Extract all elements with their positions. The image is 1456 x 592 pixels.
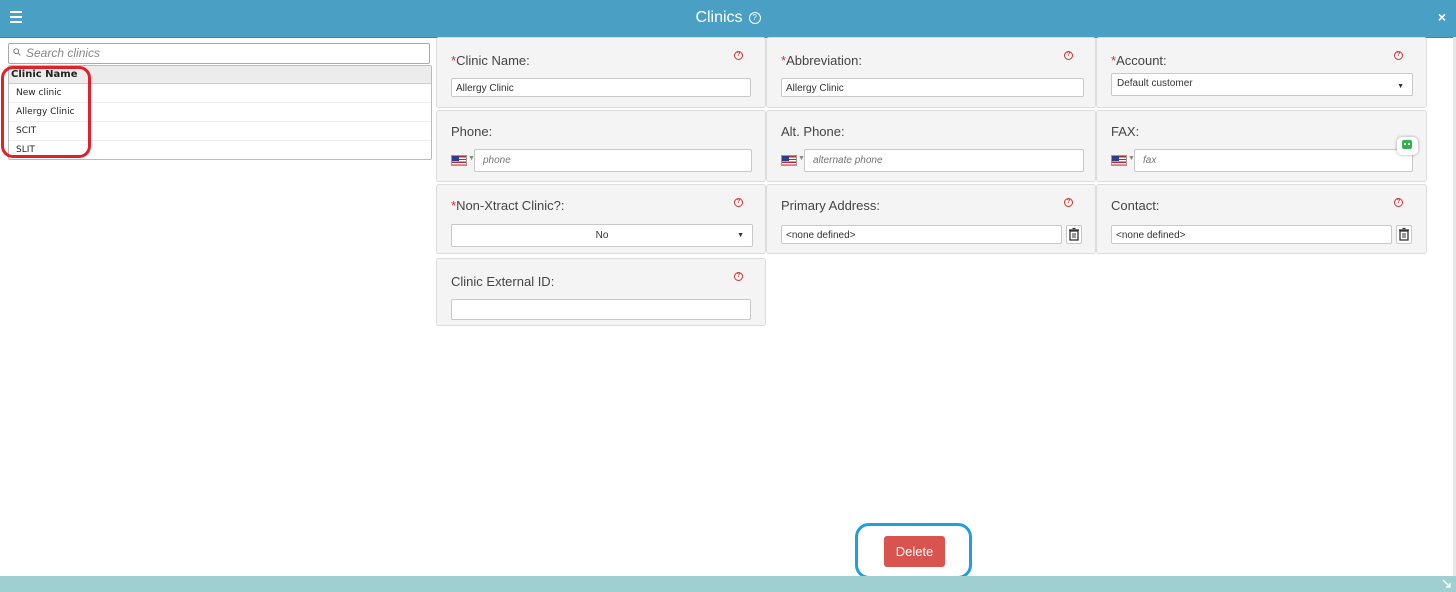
account-panel: *Account: ? Default customer ▼ xyxy=(1096,37,1427,108)
non-xtract-help-icon[interactable]: ? xyxy=(734,198,743,207)
us-flag-icon[interactable] xyxy=(451,155,467,166)
alt-phone-label: Alt. Phone: xyxy=(781,124,845,139)
non-xtract-panel: *Non-Xtract Clinic?: ? No ▼ xyxy=(436,184,766,254)
abbreviation-label: *Abbreviation: xyxy=(781,53,862,68)
resize-grip-icon[interactable] xyxy=(1441,578,1452,589)
contact-help-icon[interactable]: ? xyxy=(1394,198,1403,207)
primary-address-field[interactable]: <none defined> xyxy=(781,225,1062,244)
delete-button[interactable]: Delete xyxy=(884,536,945,567)
trash-icon[interactable] xyxy=(1396,225,1412,244)
footer-bar xyxy=(0,576,1456,592)
account-select[interactable]: Default customer ▼ xyxy=(1111,73,1413,96)
primary-address-panel: Primary Address: ? <none defined> xyxy=(766,184,1096,254)
clinic-list-table: Clinic Name New clinic Allergy Clinic SC… xyxy=(8,65,432,160)
clinic-list-header[interactable]: Clinic Name xyxy=(9,66,431,84)
primary-address-help-icon[interactable]: ? xyxy=(1064,198,1073,207)
abbreviation-help-icon[interactable]: ? xyxy=(1064,51,1073,60)
contact-field[interactable]: <none defined> xyxy=(1111,225,1392,244)
clinic-list-item[interactable]: Allergy Clinic xyxy=(9,103,431,122)
fax-input[interactable] xyxy=(1134,149,1413,172)
non-xtract-select[interactable]: No ▼ xyxy=(451,224,753,247)
external-id-field[interactable] xyxy=(451,299,751,320)
chevron-down-icon: ▼ xyxy=(1397,83,1404,90)
trash-icon[interactable] xyxy=(1066,225,1082,244)
search-icon xyxy=(13,48,21,56)
phone-panel: Phone: ▼ xyxy=(436,110,766,182)
trash-glyph xyxy=(1069,227,1079,241)
us-flag-icon[interactable] xyxy=(1111,155,1127,166)
account-help-icon[interactable]: ? xyxy=(1394,51,1403,60)
phone-input[interactable] xyxy=(474,149,752,172)
contact-panel: Contact: ? <none defined> xyxy=(1096,184,1427,254)
clinic-list-item[interactable]: New clinic xyxy=(9,84,431,103)
account-label: *Account: xyxy=(1111,53,1167,68)
us-flag-icon[interactable] xyxy=(781,155,797,166)
non-xtract-select-value: No xyxy=(595,230,609,241)
trash-glyph xyxy=(1399,227,1409,241)
clinic-name-label: *Clinic Name: xyxy=(451,53,530,68)
title-help-icon[interactable]: ? xyxy=(748,12,761,24)
phone-label: Phone: xyxy=(451,124,493,139)
chevron-down-icon: ▼ xyxy=(737,232,744,239)
close-icon[interactable]: × xyxy=(1438,9,1446,25)
account-select-value: Default customer xyxy=(1117,78,1193,89)
alt-phone-panel: Alt. Phone: ▼ xyxy=(766,110,1096,182)
abbreviation-field[interactable]: Allergy Clinic xyxy=(781,78,1084,97)
clinic-name-panel: *Clinic Name: ? Allergy Clinic xyxy=(436,37,766,108)
fax-panel: FAX: ▼ xyxy=(1096,110,1427,182)
clinic-list-item[interactable]: SCIT xyxy=(9,122,431,141)
primary-address-label: Primary Address: xyxy=(781,198,880,213)
clinic-name-help-icon[interactable]: ? xyxy=(734,51,743,60)
assistant-icon[interactable] xyxy=(1397,137,1418,155)
contact-label: Contact: xyxy=(1111,198,1160,213)
clinic-name-field[interactable]: Allergy Clinic xyxy=(451,78,751,97)
clinic-list-item[interactable]: SLIT xyxy=(9,141,431,159)
window-title: Clinics xyxy=(695,9,743,26)
search-box xyxy=(8,43,430,64)
external-id-label: Clinic External ID: xyxy=(451,274,555,289)
title-bar: Clinics? × xyxy=(0,0,1456,38)
window-title-wrap: Clinics? xyxy=(0,9,1456,27)
fax-label: FAX: xyxy=(1111,124,1140,139)
non-xtract-label: *Non-Xtract Clinic?: xyxy=(451,198,565,213)
external-id-help-icon[interactable]: ? xyxy=(734,272,743,281)
search-input[interactable] xyxy=(26,45,421,61)
abbreviation-panel: *Abbreviation: ? Allergy Clinic xyxy=(766,37,1096,108)
external-id-panel: Clinic External ID: ? xyxy=(436,258,766,326)
alt-phone-input[interactable] xyxy=(804,149,1084,172)
